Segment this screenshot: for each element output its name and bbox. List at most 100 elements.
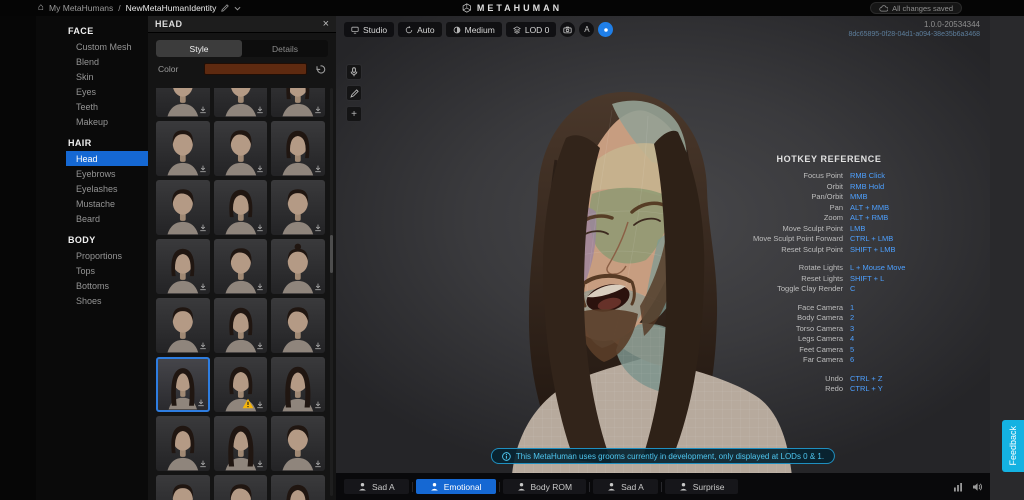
animation-clip-sad-a[interactable]: Sad A	[593, 479, 658, 494]
hotkey-row: Undo CTRL + Z	[716, 374, 942, 385]
hair-thumbnail-image	[172, 484, 194, 500]
color-label: Color	[158, 64, 179, 74]
text-size-button[interactable]: A	[579, 22, 595, 37]
hair-style-thumbnail[interactable]	[271, 239, 325, 294]
hair-style-thumbnail[interactable]	[156, 88, 210, 117]
reset-color-icon[interactable]	[315, 64, 326, 75]
download-icon	[257, 283, 264, 291]
hotkey-row: Zoom ALT + RMB	[716, 213, 942, 224]
scrollbar-thumb[interactable]	[330, 235, 333, 273]
grooms-info-banner: This MetaHuman uses grooms currently in …	[490, 448, 836, 464]
hair-style-thumbnail[interactable]	[271, 416, 325, 471]
sidebar-item-beard[interactable]: Beard	[66, 211, 148, 226]
hair-style-thumbnail[interactable]	[213, 180, 268, 235]
quality-button[interactable]: Medium	[445, 22, 502, 37]
mic-tool-button[interactable]	[346, 64, 362, 80]
viewport-tool-rail: +	[346, 64, 362, 122]
chevron-down-icon[interactable]	[234, 6, 241, 11]
lod-label: LOD 0	[524, 24, 550, 35]
sidebar-item-shoes[interactable]: Shoes	[66, 293, 148, 308]
hair-style-thumbnail[interactable]	[271, 180, 325, 235]
download-icon	[315, 460, 321, 468]
hair-style-thumbnail[interactable]	[213, 88, 268, 117]
animation-clip-body-rom[interactable]: Body ROM	[502, 479, 587, 494]
hair-style-thumbnail[interactable]	[213, 121, 268, 176]
hair-style-thumbnail[interactable]	[213, 475, 268, 500]
sidebar-item-blend[interactable]: Blend	[66, 54, 148, 69]
hair-style-thumbnail[interactable]	[156, 475, 210, 500]
panel-scrollbar[interactable]	[330, 88, 333, 496]
hotkey-value: ALT + MMB	[850, 202, 890, 212]
sidebar-item-makeup[interactable]: Makeup	[66, 114, 148, 129]
hotkey-row: Move Sculpt Point LMB	[716, 224, 942, 235]
hair-style-thumbnail[interactable]	[156, 121, 210, 176]
edit-icon[interactable]	[221, 4, 230, 12]
sculpt-tool-button[interactable]	[346, 85, 362, 101]
hair-style-thumbnail[interactable]	[213, 357, 268, 412]
sidebar-item-custom-mesh[interactable]: Custom Mesh	[66, 39, 148, 54]
add-tool-button[interactable]: +	[346, 106, 362, 122]
studio-button[interactable]: Studio	[344, 22, 395, 37]
sidebar-item-head[interactable]: Head	[66, 151, 148, 166]
audio-icon[interactable]	[972, 482, 982, 492]
sidebar-item-eyes[interactable]: Eyes	[66, 84, 148, 99]
hair-style-thumbnail[interactable]	[213, 298, 268, 353]
hotkey-value: ALT + RMB	[850, 213, 889, 222]
tab-details[interactable]: Details	[242, 40, 328, 57]
sidebar-item-mustache[interactable]: Mustache	[66, 196, 148, 211]
breadcrumb-current[interactable]: NewMetaHumanIdentity	[126, 3, 217, 13]
hair-style-thumbnail[interactable]	[271, 357, 325, 412]
hair-style-thumbnail[interactable]	[156, 239, 210, 294]
hair-style-thumbnail[interactable]	[271, 88, 325, 117]
feedback-tab[interactable]: Feedback	[1002, 420, 1024, 472]
sidebar-item-tops[interactable]: Tops	[66, 263, 148, 278]
hotkey-label: Orbit	[826, 181, 843, 191]
animation-clip-sad-a[interactable]: Sad A	[344, 479, 409, 494]
hair-style-thumbnail[interactable]	[271, 298, 325, 353]
levels-icon[interactable]	[953, 482, 963, 492]
category-nav: FACE Custom Mesh Blend Skin Eyes Teeth Makeup H…	[36, 16, 148, 500]
hotkey-label: Undo	[825, 373, 843, 383]
sidebar-item-bottoms[interactable]: Bottoms	[66, 278, 148, 293]
download-icon	[257, 106, 264, 114]
hair-style-thumbnail[interactable]	[156, 180, 210, 235]
download-icon	[199, 106, 206, 114]
auto-button[interactable]: Auto	[398, 22, 442, 37]
screenshot-button[interactable]	[560, 22, 576, 37]
preview-toggle-button[interactable]	[598, 22, 614, 37]
download-icon	[315, 283, 321, 291]
hair-style-thumbnail[interactable]	[156, 416, 210, 471]
breadcrumb-root[interactable]: My MetaHumans	[49, 3, 113, 13]
hair-style-thumbnail[interactable]	[213, 416, 268, 471]
sidebar-item-eyebrows[interactable]: Eyebrows	[66, 166, 148, 181]
sidebar-item-proportions[interactable]: Proportions	[66, 248, 148, 263]
viewport-3d[interactable]: Studio Auto Medium LOD 0 A 1.0.0-2053434…	[336, 16, 990, 500]
hotkey-value: MMB	[850, 192, 868, 201]
hair-style-thumbnail[interactable]	[271, 475, 325, 500]
hair-style-thumbnail[interactable]	[213, 239, 268, 294]
hair-style-thumbnail[interactable]	[156, 357, 210, 412]
hair-style-thumbnail[interactable]	[271, 121, 325, 176]
version-text: 1.0.0-20534344	[923, 20, 980, 29]
hair-style-thumbnail[interactable]	[156, 298, 210, 353]
sidebar-item-teeth[interactable]: Teeth	[66, 99, 148, 114]
nav-section: HAIR Head Eyebrows Eyelashes Mustache Beard	[36, 138, 148, 226]
sidebar-item-skin[interactable]: Skin	[66, 69, 148, 84]
animation-icon	[517, 482, 525, 491]
tab-style[interactable]: Style	[156, 40, 242, 57]
hotkey-label: Feet Camera	[799, 344, 843, 354]
cloud-check-icon	[879, 4, 889, 11]
animation-clip-surprise[interactable]: Surprise	[664, 479, 739, 494]
hair-style-grid-viewport	[156, 88, 325, 500]
close-icon[interactable]: ×	[323, 18, 329, 30]
hotkey-label: Reset Sculpt Point	[781, 244, 843, 254]
metahuman-logo: METAHUMAN	[462, 0, 562, 16]
clip-label: Body ROM	[530, 481, 573, 492]
hotkey-value: 6	[850, 355, 855, 364]
lod-button[interactable]: LOD 0	[505, 22, 557, 37]
hotkey-value: L + Mouse Move	[850, 263, 906, 272]
animation-clip-emotional[interactable]: Emotional	[415, 479, 496, 494]
color-swatch[interactable]	[204, 63, 307, 75]
sidebar-item-eyelashes[interactable]: Eyelashes	[66, 181, 148, 196]
home-icon[interactable]: ⌂	[38, 3, 44, 13]
